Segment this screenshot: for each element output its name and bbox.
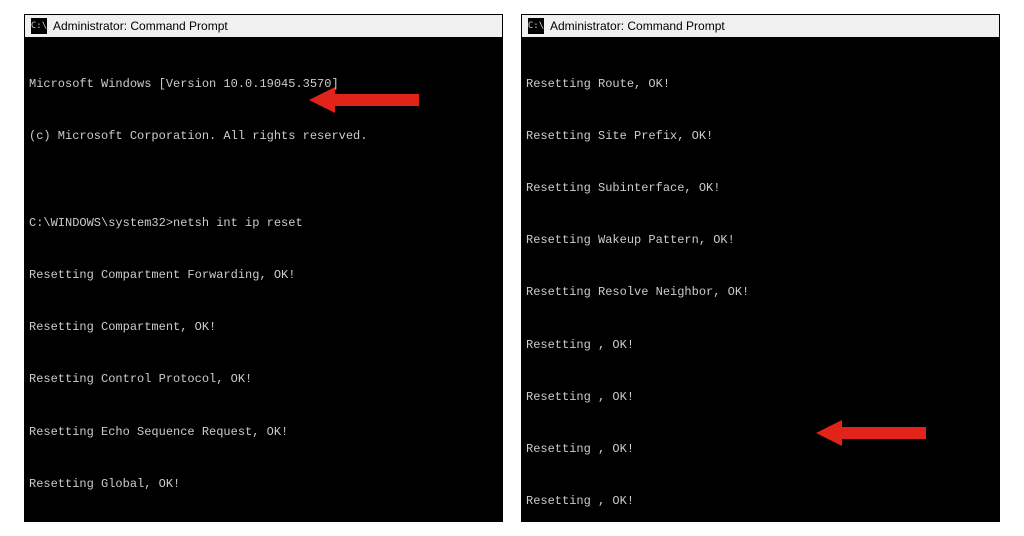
term-line: Resetting , OK! [526, 337, 993, 354]
titlebar-left[interactable]: C:\ Administrator: Command Prompt [25, 15, 502, 39]
window-title: Administrator: Command Prompt [53, 19, 228, 33]
cmd-icon: C:\ [31, 18, 47, 34]
terminal-right[interactable]: Resetting Route, OK! Resetting Site Pref… [522, 39, 999, 521]
term-line: Resetting Global, OK! [29, 476, 496, 493]
term-line: Resetting , OK! [526, 441, 993, 458]
term-line: Resetting Compartment, OK! [29, 319, 496, 336]
term-line: Resetting Resolve Neighbor, OK! [526, 284, 993, 301]
term-line: Resetting Subinterface, OK! [526, 180, 993, 197]
term-line: Resetting Echo Sequence Request, OK! [29, 424, 496, 441]
titlebar-right[interactable]: C:\ Administrator: Command Prompt [522, 15, 999, 39]
term-line: Resetting Route, OK! [526, 76, 993, 93]
term-line: Resetting Compartment Forwarding, OK! [29, 267, 496, 284]
term-line-command: C:\WINDOWS\system32>netsh int ip reset [29, 215, 496, 232]
term-line: Microsoft Windows [Version 10.0.19045.35… [29, 76, 496, 93]
cmd-window-left: C:\ Administrator: Command Prompt Micros… [24, 14, 503, 522]
term-line: Resetting Site Prefix, OK! [526, 128, 993, 145]
term-line: Resetting Wakeup Pattern, OK! [526, 232, 993, 249]
terminal-left[interactable]: Microsoft Windows [Version 10.0.19045.35… [25, 39, 502, 521]
cmd-icon: C:\ [528, 18, 544, 34]
window-title: Administrator: Command Prompt [550, 19, 725, 33]
term-line: Resetting , OK! [526, 493, 993, 510]
term-line: (c) Microsoft Corporation. All rights re… [29, 128, 496, 145]
term-line: Resetting Control Protocol, OK! [29, 371, 496, 388]
cmd-window-right: C:\ Administrator: Command Prompt Resett… [521, 14, 1000, 522]
term-line: Resetting , OK! [526, 389, 993, 406]
